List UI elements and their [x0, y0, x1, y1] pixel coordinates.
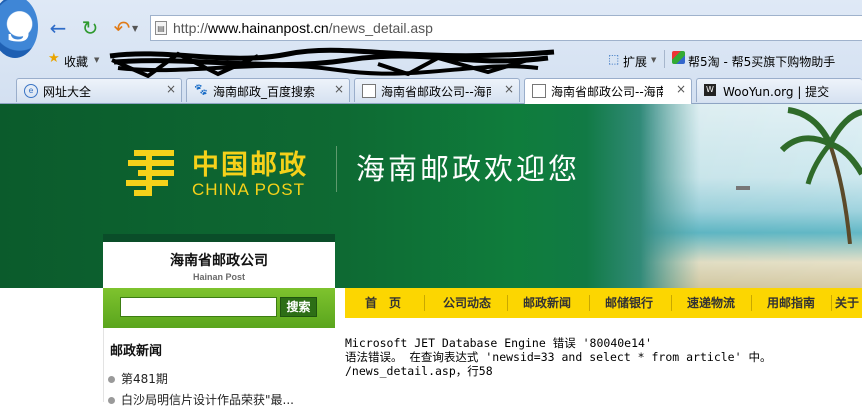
error-line-3: /news_detail.asp，行58 — [345, 364, 493, 378]
close-icon[interactable]: × — [676, 82, 686, 96]
news-item-label: 白沙局明信片设计作品荣获"最... — [121, 393, 294, 407]
menu-divider — [831, 295, 832, 311]
search-input[interactable] — [120, 297, 277, 317]
logo-english-text: CHINA POST — [192, 180, 305, 199]
address-bar[interactable]: ▤ http://www.hainanpost.cn/news_detail.a… — [150, 15, 862, 41]
brand-box: 海南省邮政公司 Hainan Post — [103, 234, 335, 288]
menu-divider — [751, 295, 752, 311]
extensions-menu[interactable]: 扩展 — [623, 53, 647, 70]
back-arrow-icon[interactable]: ← — [46, 16, 70, 40]
shopping-helper-icon — [672, 51, 685, 64]
shopping-helper-bookmark[interactable]: 帮5淘 - 帮5买旗下购物助手 — [688, 53, 835, 70]
tab-hainan-post-1[interactable]: 海南省邮政公司--海南 × — [354, 78, 520, 102]
tab-wooyun[interactable]: W WooYun.org | 提交 — [696, 78, 862, 102]
url-path: /news_detail.asp — [328, 20, 433, 36]
tab-hainan-post-active[interactable]: 海南省邮政公司--海南 × — [524, 78, 692, 104]
menu-divider — [507, 295, 508, 311]
page-icon — [362, 84, 376, 98]
undo-dropdown-icon[interactable]: ▼ — [132, 24, 138, 33]
browser-logo-letter: S — [6, 10, 31, 50]
brand-name-cn: 海南省邮政公司 — [170, 253, 268, 269]
menu-item-home[interactable]: 首 页 — [353, 288, 413, 318]
news-item-label: 第481期 — [121, 372, 168, 386]
tab-label: 海南省邮政公司--海南 — [381, 85, 491, 99]
search-button[interactable]: 搜索 — [280, 297, 317, 317]
news-item[interactable]: 第481期 — [108, 370, 168, 387]
close-icon[interactable]: × — [166, 82, 176, 96]
logo-chinese-text: 中国邮政 — [192, 150, 308, 181]
welcome-heading: 海南邮政欢迎您 — [356, 152, 581, 186]
tab-baidu-search[interactable]: 🐾 海南邮政_百度搜索 × — [186, 78, 350, 102]
tab-label: 海南邮政_百度搜索 — [213, 85, 316, 99]
menu-divider — [424, 295, 425, 311]
error-message: Microsoft JET Database Engine 错误 '80040e… — [345, 336, 771, 378]
close-icon[interactable]: × — [334, 82, 344, 96]
bookmark-divider — [664, 50, 665, 68]
menu-item-guide[interactable]: 用邮指南 — [753, 288, 829, 318]
news-section-title: 邮政新闻 — [110, 344, 163, 359]
refresh-icon[interactable]: ↻ — [78, 16, 102, 40]
close-icon[interactable]: × — [504, 82, 514, 96]
menu-item-post-news[interactable]: 邮政新闻 — [509, 288, 585, 318]
tab-nav-portal[interactable]: e 网址大全 × — [16, 78, 182, 102]
banner-divider — [336, 146, 337, 192]
chevron-down-icon[interactable]: ▼ — [94, 56, 99, 64]
main-menu: 首 页 公司动态 邮政新闻 邮储银行 速递物流 用邮指南 关于 — [345, 288, 862, 318]
news-item[interactable]: 白沙局明信片设计作品荣获"最... — [108, 391, 294, 408]
url-scheme: http:// — [173, 20, 209, 36]
paw-icon: 🐾 — [194, 83, 208, 96]
china-post-emblem-icon — [126, 150, 174, 196]
bullet-icon — [108, 397, 115, 404]
address-text[interactable]: http://www.hainanpost.cn/news_detail.asp — [173, 20, 433, 36]
favorites-menu[interactable]: 收藏 — [64, 53, 88, 70]
menu-item-about[interactable]: 关于 — [835, 288, 862, 318]
undo-icon[interactable]: ↶ — [110, 16, 134, 40]
menu-item-express[interactable]: 速递物流 — [673, 288, 749, 318]
menu-item-company-news[interactable]: 公司动态 — [429, 288, 505, 318]
error-line-2: 语法错误。 在查询表达式 'newsid=33 and select * fro… — [345, 350, 772, 364]
error-line-1: Microsoft JET Database Engine 错误 '80040e… — [345, 336, 652, 350]
url-host: www.hainanpost.cn — [208, 20, 329, 36]
wooyun-icon: W — [704, 84, 716, 96]
tab-label: WooYun.org | 提交 — [723, 85, 830, 99]
redaction-scribble — [109, 47, 555, 79]
menu-divider — [589, 295, 590, 311]
page-icon — [532, 84, 546, 98]
boat-image — [736, 186, 750, 190]
menu-item-postal-bank[interactable]: 邮储银行 — [591, 288, 667, 318]
brand-name-en: Hainan Post — [192, 272, 245, 282]
tab-label: 网址大全 — [43, 85, 92, 99]
palm-tree-image — [780, 107, 862, 244]
search-panel: 搜索 — [103, 288, 335, 328]
globe-icon: e — [24, 84, 38, 98]
chevron-down-icon[interactable]: ▼ — [651, 56, 656, 64]
tab-label: 海南省邮政公司--海南 — [551, 85, 663, 99]
left-column: 邮政新闻 第481期 白沙局明信片设计作品荣获"最... — [103, 328, 335, 407]
star-icon: ★ — [48, 51, 60, 66]
menu-divider — [671, 295, 672, 311]
page-info-icon[interactable]: ▤ — [155, 21, 167, 35]
bullet-icon — [108, 376, 115, 383]
extension-icon: ⬚ — [608, 52, 620, 66]
